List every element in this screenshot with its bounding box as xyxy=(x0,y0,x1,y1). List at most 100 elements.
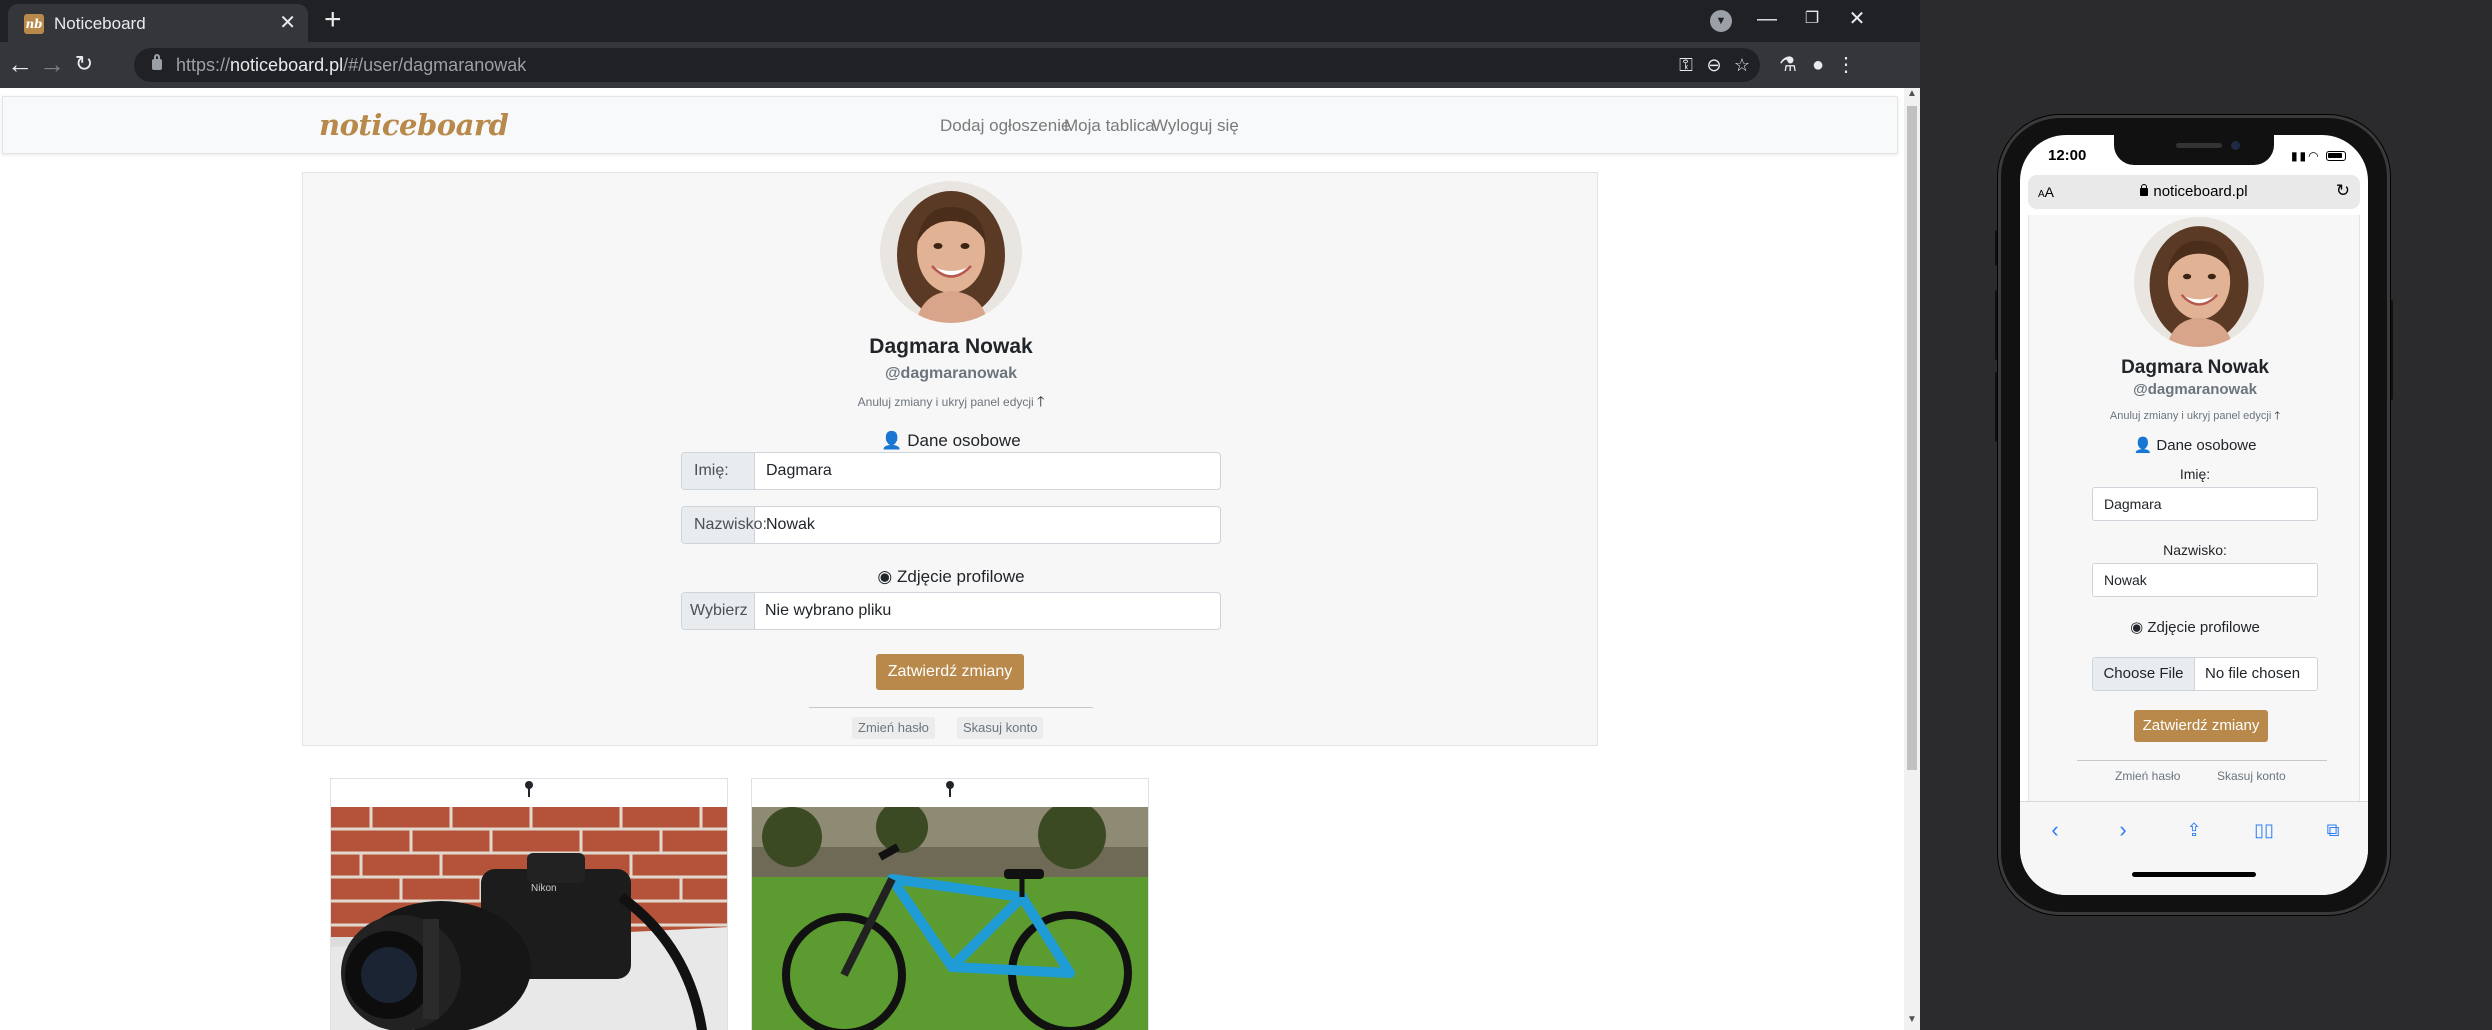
first-name-input[interactable]: Dagmara xyxy=(2092,487,2318,521)
listing-image[interactable] xyxy=(752,807,1148,1030)
scroll-thumb[interactable] xyxy=(1907,106,1917,770)
save-changes-button[interactable]: Zatwierdź zmiany xyxy=(876,654,1024,690)
battery-icon xyxy=(2326,151,2346,161)
tab-search-icon[interactable]: ▼ xyxy=(1710,10,1732,32)
svg-text:Nikon: Nikon xyxy=(531,883,557,894)
page-viewport: noticeboard Dodaj ogłoszenie Moja tablic… xyxy=(0,88,1904,1030)
nav-add-listing[interactable]: Dodaj ogłoszenie xyxy=(940,116,1070,136)
phone-notch xyxy=(2114,135,2274,165)
tab-title: Noticeboard xyxy=(54,14,146,33)
lock-icon xyxy=(152,54,162,70)
close-tab-icon[interactable]: ✕ xyxy=(279,12,296,34)
star-icon[interactable]: ☆ xyxy=(1730,53,1754,77)
avatar xyxy=(2134,217,2264,347)
menu-icon[interactable]: ⋮ xyxy=(1832,52,1860,78)
brand-logo[interactable]: noticeboard xyxy=(319,107,509,143)
listing-card[interactable]: Nikon xyxy=(330,778,728,1030)
tab-noticeboard[interactable]: nb Noticeboard ✕ xyxy=(8,4,308,42)
new-tab-icon[interactable]: + xyxy=(324,4,342,36)
avatar xyxy=(880,181,1022,323)
restore-icon[interactable]: ❐ xyxy=(1797,4,1827,34)
cancel-edit-link[interactable]: Anuluj zmiany i ukryj panel edycji 🡑 xyxy=(303,393,1599,410)
browser-toolbar: ← → ↻ https://noticeboard.pl/#/user/dagm… xyxy=(0,42,1920,88)
safari-toolbar: ‹ › ⇪ ▯▯ ⧉ xyxy=(2020,801,2368,895)
pin-icon xyxy=(523,781,535,797)
speaker xyxy=(2176,143,2222,148)
delete-account-button[interactable]: Skasuj konto xyxy=(957,717,1044,739)
profile-icon[interactable]: ● xyxy=(1804,52,1832,78)
scroll-down-icon[interactable]: ▼ xyxy=(1907,1014,1917,1025)
file-status: No file chosen xyxy=(2205,665,2301,682)
profile-edit-card: Dagmara Nowak @dagmaranowak Anuluj zmian… xyxy=(302,172,1598,746)
mobile-url: noticeboard.pl xyxy=(2028,183,2360,201)
file-input[interactable]: Choose File No file chosen xyxy=(2092,657,2318,691)
personal-data-label: Dane osobowe xyxy=(907,431,1021,450)
reload-icon[interactable]: ↻ xyxy=(2336,181,2350,201)
last-name-input[interactable]: Nowak xyxy=(2092,563,2318,597)
back-icon[interactable]: ← xyxy=(4,50,36,78)
last-name-label: Nazwisko: xyxy=(2163,542,2227,558)
nav-my-board[interactable]: Moja tablica xyxy=(1064,116,1155,136)
scroll-up-icon[interactable]: ▲ xyxy=(1907,88,1917,99)
zoom-icon[interactable]: ⊖ xyxy=(1702,53,1726,77)
last-name-input[interactable]: Nowak xyxy=(766,507,815,543)
mobile-host: noticeboard.pl xyxy=(2153,183,2248,200)
page-scrollbar[interactable]: ▲ ▼ xyxy=(1904,88,1920,1030)
first-name-label: Imię: xyxy=(682,453,755,489)
signal-icon: ▮▮ xyxy=(2290,149,2309,163)
cancel-edit-link[interactable]: Anuluj zmiany i ukryj panel edycji 🡑 xyxy=(2029,409,2359,423)
listing-image[interactable]: Nikon xyxy=(331,807,727,1030)
nav-logout[interactable]: Wyloguj się xyxy=(1152,116,1239,136)
tabs-icon[interactable]: ⧉ xyxy=(2318,816,2348,844)
delete-account-button[interactable]: Skasuj konto xyxy=(2217,768,2286,784)
arrow-up-icon: 🡑 xyxy=(2274,410,2281,422)
mobile-address-bar[interactable]: AA noticeboard.pl ↻ xyxy=(2028,175,2360,209)
arrow-up-icon: 🡑 xyxy=(1037,393,1045,409)
divider xyxy=(2077,760,2327,761)
last-name-label: Nazwisko: xyxy=(682,507,767,543)
profile-username: @dagmaranowak xyxy=(2133,381,2257,398)
change-password-button[interactable]: Zmień hasło xyxy=(2115,768,2180,784)
wifi-icon: ◠ xyxy=(2308,149,2321,163)
key-icon[interactable]: ⚿ xyxy=(1674,53,1698,77)
divider xyxy=(809,707,1093,708)
forward-icon[interactable]: → xyxy=(36,50,68,78)
file-input-group[interactable]: Wybierz plik Nie wybrano pliku xyxy=(681,592,1221,630)
favicon-icon: nb xyxy=(24,14,44,34)
mobile-page: Dagmara Nowak @dagmaranowak Anuluj zmian… xyxy=(2028,215,2360,801)
labs-icon[interactable]: ⚗ xyxy=(1774,52,1802,78)
cancel-edit-label: Anuluj zmiany i ukryj panel edycji xyxy=(857,395,1034,409)
choose-file-button[interactable]: Wybierz plik xyxy=(682,593,755,629)
bookmarks-icon[interactable]: ▯▯ xyxy=(2249,816,2279,844)
save-changes-button[interactable]: Zatwierdź zmiany xyxy=(2134,710,2268,742)
site-navbar: noticeboard Dodaj ogłoszenie Moja tablic… xyxy=(2,96,1898,154)
browser-window: nb Noticeboard ✕ + ▼ — ❐ ✕ ← → ↻ https:/… xyxy=(0,0,1920,1030)
personal-data-heading: 👤 Dane osobowe xyxy=(2029,437,2359,455)
profile-photo-label: Zdjęcie profilowe xyxy=(2147,619,2260,636)
profile-username: @dagmaranowak xyxy=(884,365,1018,382)
share-icon[interactable]: ⇪ xyxy=(2179,816,2209,844)
back-icon[interactable]: ‹ xyxy=(2040,816,2070,844)
personal-data-label: Dane osobowe xyxy=(2156,437,2257,454)
first-name-label: Imię: xyxy=(2179,466,2211,482)
window-close-icon[interactable]: ✕ xyxy=(1842,4,1872,34)
url-text: https://noticeboard.pl/#/user/dagmaranow… xyxy=(176,55,527,75)
user-icon: 👤 xyxy=(2133,437,2153,454)
reload-icon[interactable]: ↻ xyxy=(68,50,100,78)
tab-strip: nb Noticeboard ✕ + ▼ — ❐ ✕ xyxy=(0,0,1920,42)
profile-name: Dagmara Nowak xyxy=(869,335,1033,358)
change-password-button[interactable]: Zmień hasło xyxy=(852,717,935,739)
last-name-group: Nazwisko: Nowak xyxy=(681,506,1221,544)
forward-icon[interactable]: › xyxy=(2108,816,2138,844)
address-bar[interactable]: https://noticeboard.pl/#/user/dagmaranow… xyxy=(134,48,1760,82)
phone-screen: 12:00 ▮▮◠ AA noticeboard.pl ↻ Dagmara No… xyxy=(2020,135,2368,895)
profile-photo-heading: ◉ Zdjęcie profilowe xyxy=(2029,619,2359,637)
user-circle-icon: ◉ xyxy=(2130,619,2144,636)
user-circle-icon: ◉ xyxy=(877,567,893,586)
front-camera xyxy=(2231,141,2240,150)
listing-card[interactable] xyxy=(751,778,1149,1030)
minimize-icon[interactable]: — xyxy=(1752,4,1782,34)
cancel-edit-label: Anuluj zmiany i ukryj panel edycji xyxy=(2109,410,2272,422)
first-name-input[interactable]: Dagmara xyxy=(766,453,832,489)
choose-file-button[interactable]: Choose File xyxy=(2093,658,2195,690)
